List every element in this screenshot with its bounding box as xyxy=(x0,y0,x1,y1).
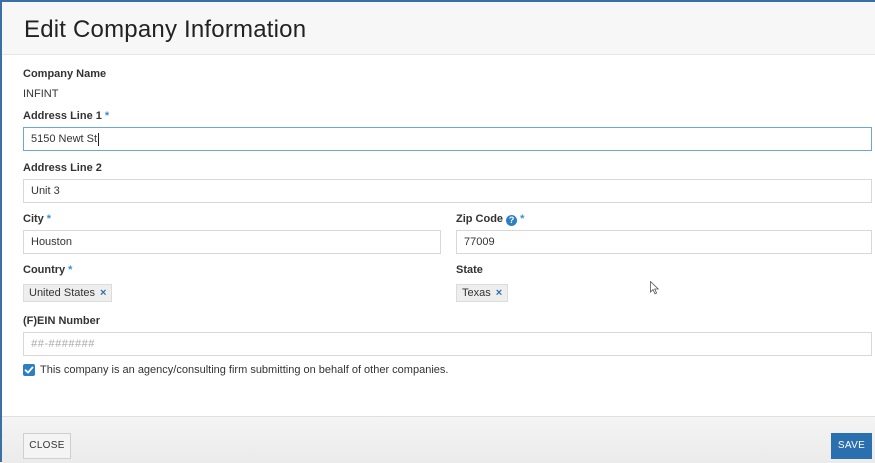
company-name-label: Company Name xyxy=(23,68,107,80)
address-line-1-input[interactable]: 5150 Newt St xyxy=(23,127,872,151)
address-line-1-label: Address Line 1 * xyxy=(23,110,109,122)
country-label: Country * xyxy=(23,264,72,276)
required-marker: * xyxy=(104,110,110,122)
state-label: State xyxy=(456,264,483,276)
dialog-border-left xyxy=(0,0,2,462)
zip-code-input[interactable]: 77009 xyxy=(456,230,872,254)
ein-input[interactable]: ##-####### xyxy=(23,332,872,356)
address-line-2-label: Address Line 2 xyxy=(23,162,102,174)
ein-label: (F)EIN Number xyxy=(23,315,100,327)
required-marker: * xyxy=(46,213,52,225)
help-icon[interactable]: ? xyxy=(506,215,518,226)
dialog-title: Edit Company Information xyxy=(24,16,307,43)
state-tag: Texas × xyxy=(456,284,509,302)
remove-country-icon[interactable]: × xyxy=(100,287,106,299)
country-tag-label: United States xyxy=(29,287,96,299)
city-input[interactable]: Houston xyxy=(23,230,441,254)
address-line-2-input[interactable]: Unit 3 xyxy=(23,179,872,203)
city-label: City * xyxy=(23,213,51,225)
dialog-footer xyxy=(2,416,875,463)
text-caret xyxy=(98,132,100,146)
state-tag-label: Texas xyxy=(462,287,491,299)
remove-state-icon[interactable]: × xyxy=(496,287,502,299)
close-button[interactable]: CLOSE xyxy=(23,433,71,459)
checkmark-icon xyxy=(24,366,34,374)
address-line-1-label-text: Address Line 1 xyxy=(23,110,102,122)
city-label-text: City xyxy=(23,213,44,225)
zip-code-label: Zip Code? * xyxy=(456,213,524,226)
zip-code-label-text: Zip Code xyxy=(456,213,504,225)
agency-checkbox[interactable] xyxy=(23,364,35,376)
country-label-text: Country xyxy=(23,264,66,276)
required-marker: * xyxy=(68,264,73,276)
required-marker: * xyxy=(520,213,525,225)
save-button[interactable]: SAVE xyxy=(831,433,872,459)
country-tag: United States × xyxy=(23,284,113,302)
address-line-1-value: 5150 Newt St xyxy=(31,133,98,145)
agency-checkbox-label: This company is an agency/consulting fir… xyxy=(40,364,449,376)
dialog-header: Edit Company Information xyxy=(2,2,875,55)
mouse-cursor-icon xyxy=(650,281,660,295)
company-name-value: INFINT xyxy=(23,88,59,100)
